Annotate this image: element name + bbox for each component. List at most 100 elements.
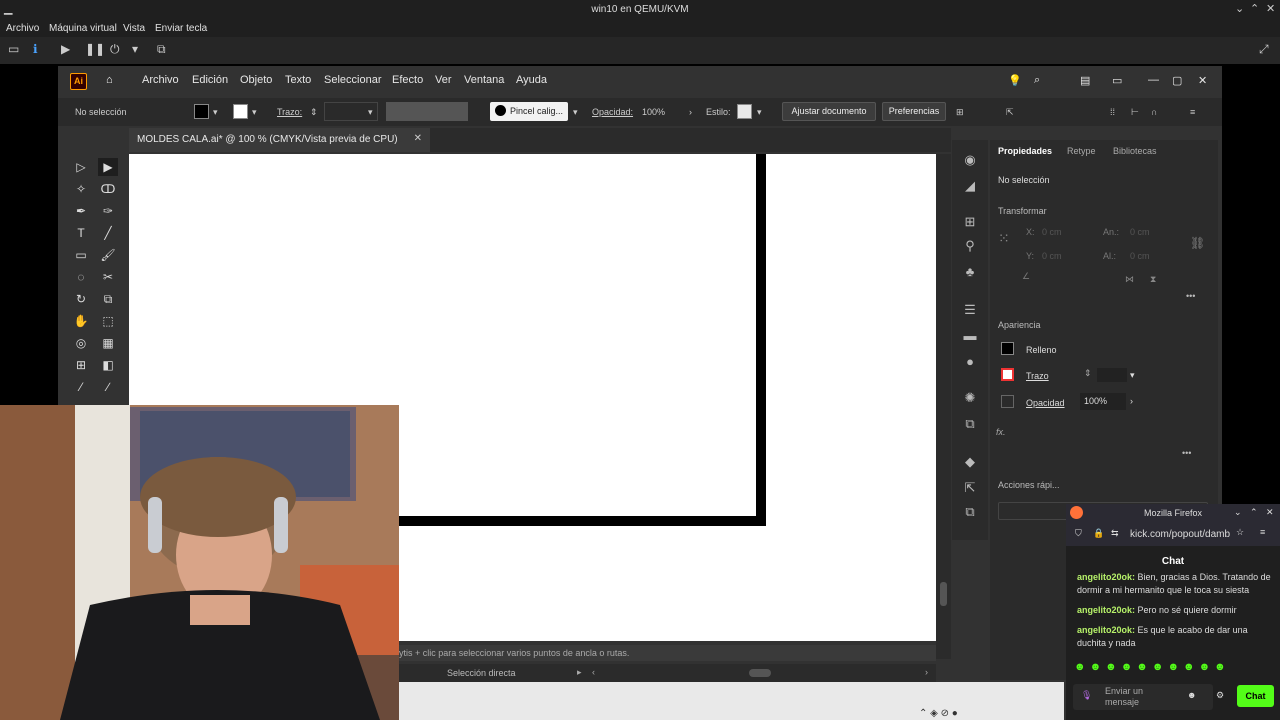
chevron-down-icon[interactable]: ▾ (252, 107, 257, 118)
chat-input[interactable]: 🎙 Enviar un mensaje ☻ (1073, 684, 1213, 710)
opacity-input[interactable]: 100% (1080, 393, 1126, 410)
search-icon[interactable]: ⌕ (1034, 74, 1040, 87)
distribute-icon[interactable]: ⁞⁞ (1110, 107, 1115, 117)
maximize-icon[interactable]: ⌃ (1250, 2, 1259, 15)
chevron-down-icon[interactable]: ⌄ (1234, 507, 1242, 518)
fullscreen-icon[interactable]: ⤢ (1259, 42, 1269, 57)
reference-point-icon[interactable]: ⁙ (998, 230, 1010, 247)
perspective-grid-icon[interactable]: ▦ (98, 334, 118, 352)
align-left-icon[interactable]: ⊢ (1131, 107, 1139, 118)
chat-username[interactable]: angelito20ok: (1077, 572, 1135, 582)
lasso-icon[interactable]: ↀ (98, 180, 118, 198)
flip-vertical-icon[interactable]: ⧗ (1150, 274, 1156, 285)
shaper-tool-icon[interactable]: ◌ (71, 268, 91, 286)
artwork-vertical-stroke[interactable] (756, 154, 766, 526)
maximize-icon[interactable]: ⌃ (1250, 507, 1258, 518)
host-menu-vista[interactable]: Vista (123, 23, 145, 34)
stroke-swatch[interactable] (1001, 368, 1014, 381)
pen-tool-icon[interactable]: ✒ (71, 202, 91, 220)
ai-menu-ver[interactable]: Ver (435, 74, 452, 86)
artboards-icon[interactable]: ⇱ (962, 480, 978, 496)
hscroll-thumb[interactable] (749, 669, 771, 677)
stroke-swatch[interactable] (233, 104, 248, 119)
preferences-button[interactable]: Preferencias (882, 102, 946, 121)
height-input[interactable]: 0 cm (1130, 251, 1150, 261)
maximize-icon[interactable]: ▢ (1172, 74, 1182, 87)
lightbulb-icon[interactable]: 💡 (1008, 74, 1022, 87)
vertical-scrollbar[interactable] (936, 154, 951, 659)
export-asset-icon[interactable]: ⧉ (962, 416, 978, 432)
rectangle-tool-icon[interactable]: ▭ (71, 246, 91, 264)
ai-menu-seleccionar[interactable]: Seleccionar (324, 74, 381, 86)
host-menu-maquina[interactable]: Máquina virtual (49, 23, 117, 34)
fill-swatch[interactable] (194, 104, 209, 119)
mesh-tool-icon[interactable]: ⊞ (71, 356, 91, 374)
close-icon[interactable]: ✕ (414, 133, 422, 144)
gradient-tool-icon[interactable]: ◧ (98, 356, 118, 374)
chevron-right-icon[interactable]: ▸ (577, 667, 582, 678)
chevron-down-icon[interactable]: ▾ (757, 107, 762, 118)
stroke-label[interactable]: Trazo (1026, 371, 1049, 381)
chevron-right-icon[interactable]: › (1130, 396, 1133, 406)
chevron-right-icon[interactable]: › (689, 107, 692, 117)
width-input[interactable]: 0 cm (1130, 227, 1150, 237)
eyedropper-icon[interactable]: ⁄ (71, 378, 91, 396)
stroke-weight-input[interactable] (1097, 368, 1127, 382)
ai-menu-ayuda[interactable]: Ayuda (516, 74, 547, 86)
layers-icon[interactable]: ◆ (962, 454, 978, 470)
tab-retype[interactable]: Retype (1067, 146, 1096, 156)
arrange-icon[interactable]: ▭ (1112, 74, 1122, 87)
chevron-down-icon[interactable]: ⌄ (1235, 2, 1244, 15)
line-tool-icon[interactable]: ╱ (98, 224, 118, 242)
stepper-icon[interactable]: ⇕ (310, 107, 318, 118)
menu-icon[interactable]: ≡ (1190, 107, 1195, 117)
stroke-label[interactable]: Trazo: (277, 107, 302, 117)
artwork-horizontal-stroke[interactable] (399, 516, 766, 526)
send-chat-button[interactable]: Chat (1237, 685, 1274, 707)
scale-tool-icon[interactable]: ⧉ (98, 290, 118, 308)
monitor-icon[interactable]: ▭ (8, 42, 19, 56)
magic-wand-icon[interactable]: ✧ (71, 180, 91, 198)
variable-width-profile[interactable] (386, 102, 468, 121)
type-tool-icon[interactable]: T (71, 224, 91, 242)
opacity-value[interactable]: 100% (642, 107, 665, 117)
ai-menu-archivo[interactable]: Archivo (142, 74, 179, 86)
ai-menu-texto[interactable]: Texto (285, 74, 311, 86)
transparency-icon[interactable]: ● (962, 354, 978, 370)
chevron-down-icon[interactable]: ▾ (368, 107, 373, 118)
puppet-icon[interactable]: ⚲ (962, 238, 978, 254)
opacity-label[interactable]: Opacidad (1026, 398, 1065, 408)
link-icon[interactable]: ⛓ (1190, 236, 1205, 250)
host-menu-enviar[interactable]: Enviar tecla (155, 23, 207, 34)
chevron-down-icon[interactable]: ▾ (1130, 370, 1135, 381)
warp-tool-icon[interactable]: ✋ (71, 312, 91, 330)
curvature-tool-icon[interactable]: ✑ (98, 202, 118, 220)
direct-selection-tool-icon[interactable]: ▶ (98, 158, 118, 176)
pause-icon[interactable]: ❚❚ (85, 42, 105, 56)
chevron-down-icon[interactable]: ▾ (132, 42, 138, 56)
bookmark-star-icon[interactable]: ☆ (1236, 527, 1244, 538)
permissions-icon[interactable]: ⇆ (1111, 528, 1119, 539)
home-icon[interactable]: ⌂ (106, 74, 113, 86)
angle-icon[interactable]: ∠ (1022, 271, 1030, 282)
gradient-panel-icon[interactable]: ▬ (962, 328, 978, 344)
emoji-icon[interactable]: ☻ (1187, 690, 1196, 700)
close-icon[interactable]: ✕ (1266, 507, 1274, 518)
chat-username[interactable]: angelito20ok: (1077, 625, 1135, 635)
shape-icon[interactable]: ∩ (1151, 107, 1157, 117)
chat-username[interactable]: angelito20ok: (1077, 605, 1135, 615)
microphone-icon[interactable]: 🎙 (1081, 690, 1092, 701)
host-menu-archivo[interactable]: Archivo (6, 23, 39, 34)
lock-icon[interactable]: 🔒 (1093, 528, 1104, 539)
minimize-icon[interactable]: — (1148, 74, 1159, 86)
power-icon[interactable]: ⏻ (110, 42, 120, 57)
ai-menu-edicion[interactable]: Edición (192, 74, 228, 86)
ai-menu-objeto[interactable]: Objeto (240, 74, 272, 86)
align-icon[interactable]: ⊞ (956, 107, 964, 118)
export-icon[interactable]: ⇱ (1006, 107, 1014, 118)
shape-builder-icon[interactable]: ◎ (71, 334, 91, 352)
more-icon[interactable]: ••• (1186, 291, 1195, 301)
ai-menu-efecto[interactable]: Efecto (392, 74, 423, 86)
shape-panel-icon[interactable]: ◢ (962, 178, 978, 194)
chevron-down-icon[interactable]: ▾ (573, 107, 578, 118)
